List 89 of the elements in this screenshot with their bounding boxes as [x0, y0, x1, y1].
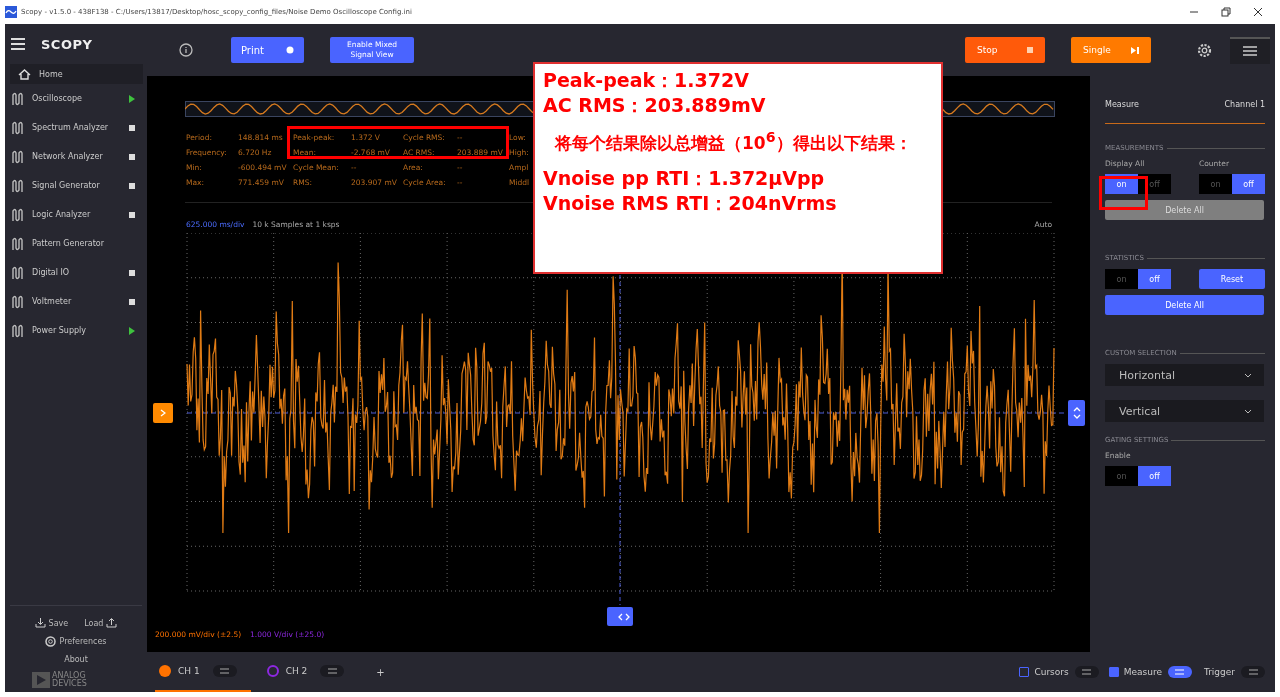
running-icon: [129, 94, 135, 103]
restore-icon[interactable]: [1221, 7, 1231, 17]
home-icon: [18, 68, 31, 80]
tool-icon: [12, 236, 26, 251]
left-right-icon: [618, 612, 630, 621]
menu-icon: [220, 668, 230, 674]
channel-tab[interactable]: CH 1: [155, 652, 251, 692]
tool-item[interactable]: Power Supply: [5, 316, 147, 345]
settings-icon: [45, 636, 57, 647]
dropdown[interactable]: Vertical: [1105, 400, 1264, 422]
dropdown[interactable]: Horizontal: [1105, 364, 1264, 386]
print-button[interactable]: Print: [231, 37, 304, 63]
reset-button[interactable]: Reset: [1199, 269, 1265, 289]
cursors-menu-button[interactable]: [1074, 666, 1099, 678]
annotation-text: Peak-peak：1.372V: [543, 68, 750, 93]
dot-icon: [286, 46, 294, 54]
tool-icon: [12, 323, 26, 338]
channel-name: Channel 1: [1224, 100, 1265, 109]
tool-item[interactable]: Oscilloscope: [5, 84, 147, 113]
tool-item[interactable]: Voltmeter: [5, 287, 147, 316]
brand-name: ANALOG DEVICES: [52, 672, 87, 688]
menu-icon: [1248, 669, 1258, 675]
tool-item[interactable]: Network Analyzer: [5, 142, 147, 171]
cursors-checkbox[interactable]: Cursors: [1019, 667, 1069, 677]
menu-icon[interactable]: [11, 38, 25, 50]
annotation-note: 将每个结果除以总增益（10$^{6}$）得出以下结果：: [555, 128, 913, 155]
brand-logo-icon: [32, 672, 50, 688]
chevron-right-icon: [160, 409, 166, 417]
stopped-icon: [129, 211, 135, 218]
channel-menu-button[interactable]: [212, 665, 237, 677]
chevron-down-icon: [1244, 372, 1252, 378]
channel-offset-handle[interactable]: [153, 403, 173, 423]
counter-switch[interactable]: on off: [1199, 174, 1265, 194]
measure-menu-button[interactable]: [1167, 666, 1192, 678]
tool-item[interactable]: Pattern Generator: [5, 229, 147, 258]
tool-item[interactable]: Spectrum Analyzer: [5, 113, 147, 142]
tool-icon: [12, 207, 26, 222]
highlight-frame: [1099, 176, 1148, 210]
menu-button[interactable]: [1230, 36, 1270, 64]
annotation-text: Vnoise RMS RTI：204nVrms: [543, 190, 838, 216]
tool-item[interactable]: Signal Generator: [5, 171, 147, 200]
close-icon[interactable]: [1253, 7, 1263, 17]
menu-icon: [327, 668, 337, 674]
trigger-label: Trigger: [1203, 667, 1235, 677]
tool-icon: [12, 265, 26, 280]
save-button[interactable]: Save: [34, 618, 69, 628]
stopped-icon: [129, 153, 135, 160]
up-down-icon: [1072, 406, 1081, 420]
menu-icon: [1175, 669, 1185, 675]
settings-icon[interactable]: [1197, 42, 1212, 58]
download-icon: [34, 618, 46, 628]
stopped-icon: [129, 182, 135, 189]
stopped-icon: [129, 298, 135, 305]
menu-icon: [1082, 669, 1092, 675]
tool-icon: [12, 178, 26, 193]
delete-all-button[interactable]: Delete All: [1105, 295, 1264, 315]
gating-switch[interactable]: on off: [1105, 466, 1171, 486]
tool-icon: [12, 149, 26, 164]
add-channel-button[interactable]: +: [370, 665, 391, 679]
annotation-text: Vnoise pp RTI：1.372μVpp: [543, 165, 826, 191]
tool-icon: [12, 294, 26, 309]
channel-menu-button[interactable]: [320, 665, 345, 677]
home-item[interactable]: Home: [10, 64, 143, 84]
measure-checkbox[interactable]: Measure: [1108, 667, 1162, 677]
load-button[interactable]: Load: [84, 618, 118, 628]
annotation-text: AC RMS：203.889mV: [543, 93, 767, 118]
chevron-down-icon: [1244, 408, 1252, 414]
time-position-handle[interactable]: [607, 607, 633, 626]
app-icon: [5, 6, 17, 18]
panel-title: Measure: [1105, 100, 1139, 109]
menu-icon: [1243, 46, 1257, 56]
channel-tab[interactable]: CH 2: [262, 652, 359, 692]
stop-icon: [1027, 47, 1033, 53]
stopped-icon: [129, 269, 135, 276]
about-link[interactable]: About: [64, 655, 88, 664]
statistics-switch[interactable]: on off: [1105, 269, 1171, 289]
tool-item[interactable]: Logic Analyzer: [5, 200, 147, 229]
tool-icon: [12, 120, 26, 135]
tool-item[interactable]: Digital IO: [5, 258, 147, 287]
step-icon: [1131, 46, 1139, 54]
trigger-menu-button[interactable]: [1241, 666, 1265, 678]
app-logo: SCOPY: [41, 36, 93, 52]
running-icon: [129, 326, 135, 335]
trigger-level-handle[interactable]: [1068, 400, 1085, 426]
upload-icon: [106, 618, 118, 628]
preferences-button[interactable]: Preferences: [45, 636, 107, 647]
tool-icon: [12, 91, 26, 106]
info-icon[interactable]: [179, 43, 193, 57]
stopped-icon: [129, 124, 135, 131]
